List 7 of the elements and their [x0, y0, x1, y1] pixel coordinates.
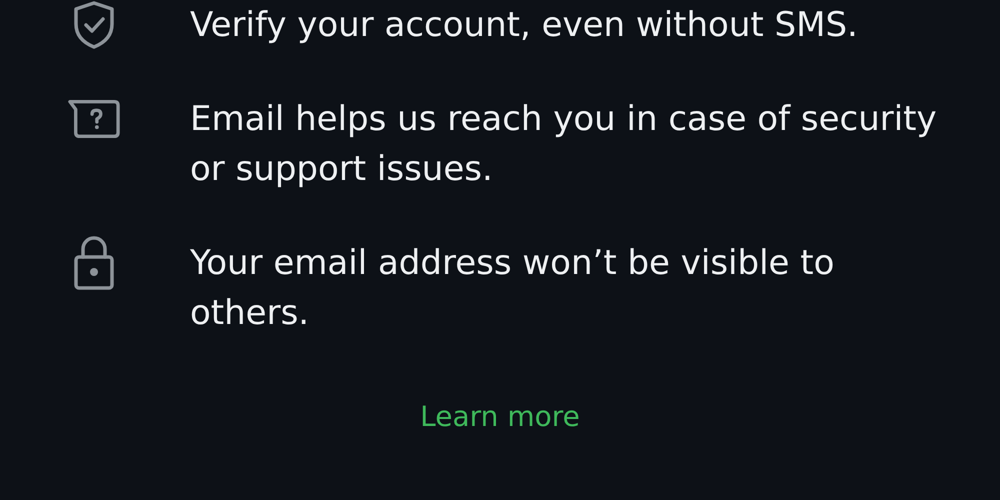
shield-check-icon	[72, 0, 116, 50]
info-text: Your email address won’t be visible to others.	[190, 242, 836, 335]
info-text: Email helps us reach you in case of security or support issues.	[190, 98, 938, 191]
learn-more-link[interactable]: Learn more	[420, 396, 580, 438]
chat-question-icon	[68, 98, 120, 140]
lock-icon	[72, 235, 116, 291]
info-text: Verify your account, even without SMS.	[190, 4, 858, 47]
